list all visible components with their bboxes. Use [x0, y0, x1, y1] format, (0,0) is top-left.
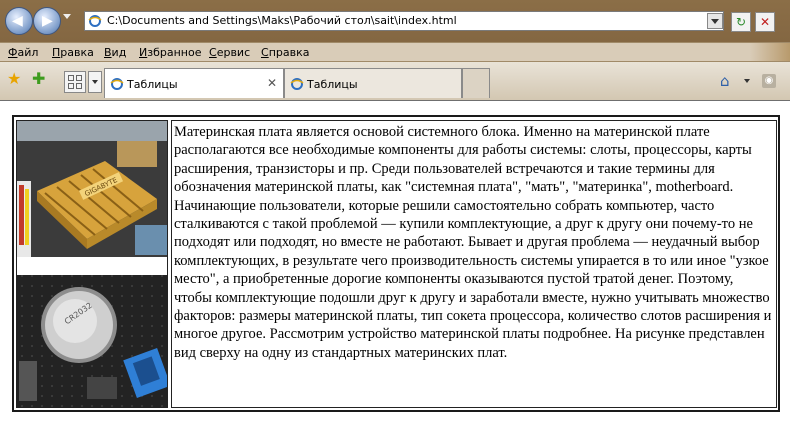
address-toolbar: ◀ ▶ C:\Documents and Settings\Maks\Рабоч…	[0, 0, 790, 42]
close-icon: ✕	[759, 15, 771, 29]
star-icon[interactable]: ★	[7, 71, 21, 87]
back-button[interactable]: ◀	[5, 7, 33, 35]
quick-tabs-button[interactable]	[64, 71, 86, 93]
address-dropdown-button[interactable]	[707, 13, 723, 29]
motherboard-description: Материнская плата является основой систе…	[174, 124, 772, 361]
grid-cell	[76, 75, 82, 81]
tab-label: Таблицы	[307, 78, 358, 91]
refresh-button[interactable]: ↻	[731, 12, 751, 32]
star-plus-icon[interactable]: ✚	[32, 71, 45, 87]
ie-page-icon	[290, 78, 304, 90]
refresh-icon: ↻	[735, 15, 747, 29]
tab-tables[interactable]: Таблицы	[284, 68, 462, 98]
arrow-right-icon: ▶	[42, 13, 53, 29]
menu-tools[interactable]: Сервис	[209, 46, 250, 59]
grid-cell	[68, 83, 74, 89]
brand-area	[750, 43, 790, 61]
rss-icon[interactable]: ◉	[762, 74, 776, 88]
page-divider	[0, 100, 790, 101]
menu-bar: Файл Правка Вид Избранное Сервис Справка	[0, 42, 790, 62]
menu-view[interactable]: Вид	[104, 46, 126, 59]
menu-file[interactable]: Файл	[8, 46, 38, 59]
grid-cell	[68, 75, 74, 81]
stop-button[interactable]: ✕	[755, 12, 775, 32]
close-icon[interactable]: ✕	[267, 76, 277, 90]
description-cell: Материнская плата является основой систе…	[171, 120, 777, 408]
menu-help[interactable]: Справка	[261, 46, 309, 59]
grid-cell	[76, 83, 82, 89]
menu-favorites[interactable]: Избранное	[139, 46, 201, 59]
browser-chrome: ◀ ▶ C:\Documents and Settings\Maks\Рабоч…	[0, 0, 790, 100]
new-tab-button[interactable]	[462, 68, 490, 98]
tab-tables-active[interactable]: Таблицы ✕	[104, 68, 284, 98]
ie-page-icon	[88, 15, 102, 27]
ie-page-icon	[110, 78, 124, 90]
address-bar[interactable]: C:\Documents and Settings\Maks\Рабочий с…	[84, 11, 724, 31]
motherboard-photo: GIGABYTE CR2032	[17, 121, 167, 407]
motherboard-image: GIGABYTE CR2032	[16, 120, 168, 408]
menu-edit[interactable]: Правка	[52, 46, 94, 59]
tab-label: Таблицы	[127, 78, 178, 91]
address-input[interactable]: C:\Documents and Settings\Maks\Рабочий с…	[107, 14, 457, 28]
arrow-left-icon: ◀	[12, 13, 23, 29]
forward-button[interactable]: ▶	[33, 7, 61, 35]
home-dropdown[interactable]	[744, 79, 750, 83]
tab-list-dropdown[interactable]	[88, 71, 102, 93]
tab-bar: ★ ✚ Таблицы ✕ Таблицы ⌂ ◉	[0, 62, 790, 100]
history-dropdown-button[interactable]	[63, 14, 71, 19]
home-icon[interactable]: ⌂	[720, 72, 730, 90]
